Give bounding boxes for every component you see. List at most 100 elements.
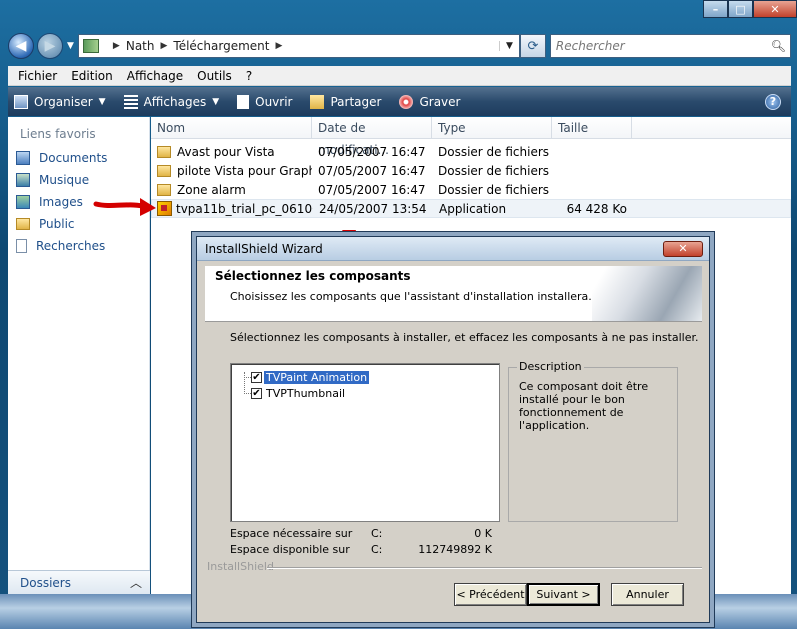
nav-item-label: Public	[39, 217, 75, 231]
dialog-header-subtitle: Choisissez les composants que l'assistan…	[230, 290, 592, 303]
maximize-button[interactable]: □	[728, 0, 753, 18]
menu-edition[interactable]: Edition	[71, 69, 113, 83]
breadcrumb-telechargement[interactable]: Téléchargement	[173, 39, 269, 53]
search-icon[interactable]: 🔍︎	[771, 39, 786, 53]
dialog-title-bar[interactable]: InstallShield Wizard ✕	[197, 237, 709, 261]
file-row[interactable]: pilote Vista pour Graph... 07/05/2007 16…	[151, 161, 791, 180]
menu-help[interactable]: ?	[246, 69, 252, 83]
space-available-row: Espace disponible sur C: 112749892 K	[230, 543, 492, 556]
address-row: ◀ ▶ ▼ ▶ Nath ▶ Téléchargement ▶ ▼ ⟳ Rech…	[8, 32, 791, 60]
menu-fichier[interactable]: Fichier	[18, 69, 57, 83]
column-header-size[interactable]: Taille	[552, 117, 632, 138]
nav-item-images[interactable]: Images	[16, 191, 149, 213]
chevron-up-icon: ︿	[129, 576, 142, 590]
minimize-button[interactable]: –	[703, 0, 728, 18]
file-row[interactable]: Avast pour Vista 07/05/2007 16:47 Dossie…	[151, 142, 791, 161]
forward-button[interactable]: ▶	[37, 33, 63, 59]
graver-label: Graver	[419, 94, 461, 109]
refresh-icon: ⟳	[527, 38, 539, 54]
affichages-label: Affichages	[143, 94, 207, 109]
chevron-down-icon: ▼	[212, 96, 220, 107]
searches-icon	[16, 239, 27, 253]
refresh-button[interactable]: ⟳	[519, 34, 546, 58]
menu-bar: Fichier Edition Affichage Outils ?	[8, 66, 791, 86]
window-caption-buttons: – □ ✕	[703, 0, 797, 22]
nav-item-label: Recherches	[36, 239, 106, 253]
breadcrumb-nath[interactable]: Nath	[126, 39, 155, 53]
file-name: pilote Vista pour Graph...	[177, 163, 312, 178]
address-dropdown-icon[interactable]: ▼	[498, 41, 519, 51]
installshield-dialog: InstallShield Wizard ✕ Sélectionnez les …	[196, 236, 710, 623]
views-icon	[123, 94, 138, 109]
file-row[interactable]: Zone alarm 07/05/2007 16:47 Dossier de f…	[151, 180, 791, 199]
space-available-label: Espace disponible sur	[230, 543, 350, 556]
application-icon	[157, 201, 172, 216]
next-button[interactable]: Suivant >	[527, 583, 600, 606]
file-date: 07/05/2007 16:47	[318, 163, 426, 178]
graver-button[interactable]: Graver	[399, 94, 461, 109]
component-item-tvpthumbnail[interactable]: ✔ TVPThumbnail	[251, 386, 347, 400]
close-button[interactable]: ✕	[753, 0, 797, 18]
file-name: tvpa11b_trial_pc_061003	[176, 202, 313, 216]
file-date: 24/05/2007 13:54	[319, 201, 427, 216]
file-type: Application	[439, 201, 507, 216]
previous-button[interactable]: < Précédent	[454, 583, 527, 606]
partager-label: Partager	[330, 94, 382, 109]
nav-item-musique[interactable]: Musique	[16, 169, 149, 191]
history-dropdown-icon[interactable]: ▼	[67, 41, 74, 51]
tree-line	[244, 377, 251, 378]
dialog-instruction: Sélectionnez les composants à installer,…	[230, 331, 699, 344]
installshield-brand: InstallShield	[207, 560, 274, 573]
component-checkbox[interactable]: ✔	[251, 371, 262, 383]
file-type: Dossier de fichiers	[438, 163, 550, 178]
column-header-date[interactable]: Date de modificati...	[312, 117, 432, 157]
description-groupbox: Description Ce composant doit être insta…	[508, 360, 678, 522]
nav-item-public[interactable]: Public	[16, 213, 149, 235]
open-document-icon	[237, 94, 250, 109]
documents-icon	[16, 151, 30, 165]
space-available-drive: C:	[371, 543, 383, 556]
help-icon[interactable]: ?	[765, 93, 781, 110]
command-bar: Organiser ▼ Affichages ▼ Ouvrir Partager…	[8, 87, 791, 116]
chevron-down-icon: ▼	[98, 96, 106, 107]
public-folder-icon	[16, 218, 30, 230]
file-type: Dossier de fichiers	[438, 182, 550, 197]
breadcrumb-separator-icon[interactable]: ▶	[160, 41, 167, 51]
file-date: 07/05/2007 16:47	[318, 144, 426, 159]
back-button[interactable]: ◀	[8, 33, 34, 59]
nav-item-recherches[interactable]: Recherches	[16, 235, 149, 257]
components-tree[interactable]: ✔ TVPaint Animation ✔ TVPThumbnail	[230, 363, 500, 522]
column-header-type[interactable]: Type	[432, 117, 552, 138]
favorites-header: Liens favoris	[20, 127, 96, 141]
divider	[267, 567, 702, 569]
space-required-row: Espace nécessaire sur C: 0 K	[230, 527, 492, 540]
search-input[interactable]: Rechercher 🔍︎	[549, 34, 791, 58]
partager-button[interactable]: Partager	[310, 94, 382, 109]
file-row-selected[interactable]: tvpa11b_trial_pc_061003 24/05/2007 13:54…	[151, 199, 791, 218]
dialog-header-title: Sélectionnez les composants	[215, 269, 411, 283]
menu-affichage[interactable]: Affichage	[127, 69, 183, 83]
folder-icon	[157, 145, 171, 158]
column-header-name[interactable]: Nom	[151, 117, 312, 138]
space-required-label: Espace nécessaire sur	[230, 527, 353, 540]
organiser-button[interactable]: Organiser ▼	[14, 94, 106, 109]
component-label: TVPaint Animation	[264, 370, 370, 384]
nav-item-documents[interactable]: Documents	[16, 147, 149, 169]
description-legend: Description	[517, 360, 584, 373]
ouvrir-button[interactable]: Ouvrir	[237, 94, 292, 109]
cancel-button[interactable]: Annuler	[611, 583, 684, 606]
affichages-button[interactable]: Affichages ▼	[123, 94, 220, 109]
folders-label: Dossiers	[20, 575, 71, 590]
address-bar[interactable]: ▶ Nath ▶ Téléchargement ▶ ▼	[77, 34, 520, 58]
breadcrumb-separator-icon[interactable]: ▶	[275, 41, 282, 51]
component-checkbox[interactable]: ✔	[251, 387, 262, 399]
file-name: Zone alarm	[177, 182, 246, 197]
folders-pane-toggle[interactable]: Dossiers ︿	[8, 570, 150, 594]
folder-icon	[157, 164, 171, 177]
component-item-tvpaint[interactable]: ✔ TVPaint Animation	[251, 370, 370, 384]
dialog-close-button[interactable]: ✕	[663, 240, 703, 257]
breadcrumb-separator-icon[interactable]: ▶	[113, 41, 120, 51]
column-headers: Nom Date de modificati... Type Taille	[151, 117, 791, 157]
burn-disc-icon	[399, 94, 414, 109]
menu-outils[interactable]: Outils	[197, 69, 232, 83]
